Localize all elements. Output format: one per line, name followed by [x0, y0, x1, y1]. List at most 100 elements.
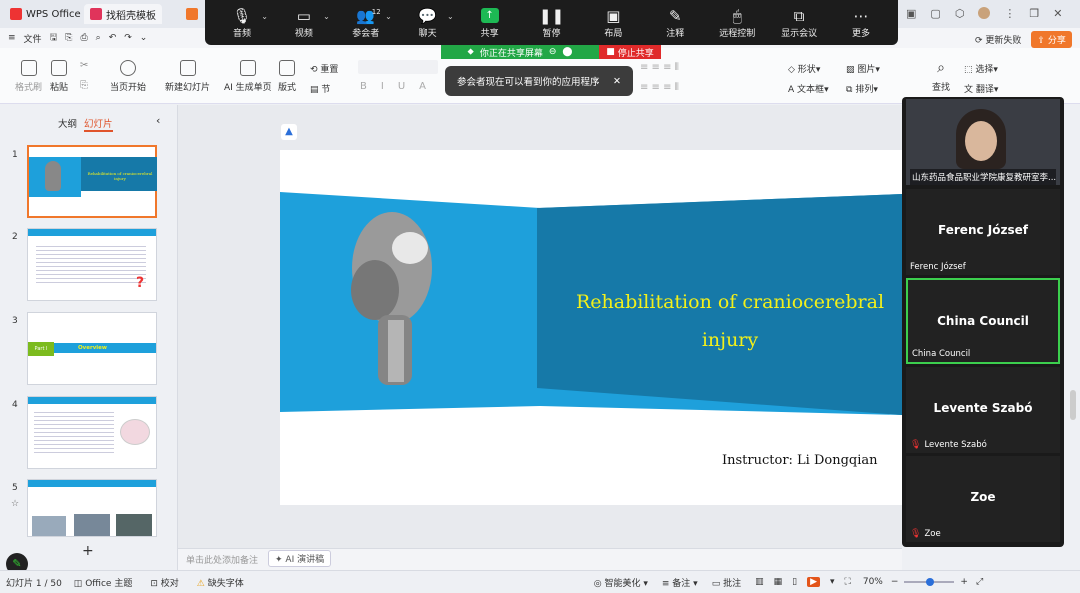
- participant-tile[interactable]: Levente Szabó 🎙 Levente Szabó: [906, 367, 1060, 453]
- shape-button[interactable]: ◇ 形状▾: [788, 62, 820, 75]
- save-icon[interactable]: 🖫: [50, 30, 58, 46]
- close-icon[interactable]: ✕: [1053, 7, 1062, 20]
- slide-thumbnail-1[interactable]: Rehabilitation of craniocerebral injury: [27, 145, 157, 218]
- zoom-out-icon[interactable]: −: [891, 577, 899, 587]
- ai-generate-button[interactable]: AI 生成单页: [224, 60, 272, 93]
- audio-button[interactable]: 🎙 ⌄ 音频: [214, 6, 270, 39]
- select-button[interactable]: ⬚ 选择▾: [964, 62, 998, 75]
- share-button[interactable]: ⇪ 分享: [1031, 31, 1072, 48]
- scrollbar[interactable]: [1070, 390, 1076, 420]
- fullscreen-icon[interactable]: ⤢: [976, 577, 983, 587]
- annotate-button[interactable]: ✎ 注释: [647, 6, 703, 39]
- cut-icon[interactable]: ✂: [80, 60, 88, 71]
- chat-button[interactable]: 💬 ⌄ 聊天: [400, 6, 456, 39]
- redo-icon[interactable]: ↷: [124, 33, 132, 43]
- proof-button[interactable]: ⊡ 校对: [150, 576, 178, 589]
- sharing-indicator[interactable]: ⬥ 你正在共享屏幕 ⊖ ⬤: [441, 45, 599, 59]
- slide-canvas[interactable]: Rehabilitation of craniocerebral injury …: [280, 150, 902, 505]
- tab-slides[interactable]: 幻灯片: [84, 116, 113, 132]
- textbox-button[interactable]: A 文本框▾: [788, 82, 829, 95]
- participant-tile[interactable]: Ferenc József Ferenc József: [906, 189, 1060, 275]
- layout-button[interactable]: ▣ 布局: [585, 6, 641, 39]
- slide-title[interactable]: Rehabilitation of craniocerebral injury: [570, 283, 890, 359]
- restore-icon[interactable]: ❐: [1029, 7, 1039, 20]
- notes-toggle[interactable]: ≡ 备注 ▾: [662, 576, 698, 589]
- ai-notes-button[interactable]: ✦ AI 演讲稿: [268, 550, 332, 567]
- remote-control-button[interactable]: 🖱 远程控制: [709, 6, 765, 39]
- slide-thumbnail-4[interactable]: [27, 396, 157, 469]
- normal-view-icon[interactable]: ▥: [755, 577, 764, 587]
- video-button[interactable]: ▭ ⌄ 视频: [276, 6, 332, 39]
- copy-icon[interactable]: ⎘: [80, 80, 88, 91]
- paste-button[interactable]: 粘贴: [50, 60, 68, 93]
- participants-button[interactable]: 👥 12 ⌄ 参会者: [338, 6, 394, 39]
- reading-view-icon[interactable]: ▯: [792, 577, 797, 587]
- fit-icon[interactable]: ⛶: [845, 577, 851, 587]
- notes-placeholder[interactable]: 单击此处添加备注: [186, 553, 258, 566]
- print-icon[interactable]: ⎙: [80, 33, 87, 43]
- add-slide-icon[interactable]: +: [82, 543, 94, 559]
- export-icon[interactable]: ⎘: [65, 33, 72, 43]
- tab-wps-office[interactable]: WPS Office: [4, 4, 87, 24]
- preview-icon[interactable]: ⌕: [96, 33, 101, 43]
- stop-share-button[interactable]: ■ 停止共享: [599, 45, 661, 59]
- paragraph-icons[interactable]: ≡ ≡ ≡ ⫴: [640, 82, 679, 93]
- minimize-icon[interactable]: ⊖: [549, 47, 557, 57]
- collapse-panel-icon[interactable]: ‹: [156, 114, 160, 127]
- chevron-down-icon[interactable]: ▾: [830, 577, 835, 587]
- image-button[interactable]: ▨ 图片▾: [846, 62, 880, 75]
- theme-button[interactable]: ◫ Office 主题: [74, 576, 133, 589]
- participant-tile[interactable]: Zoe 🎙 Zoe: [906, 456, 1060, 542]
- undo-icon[interactable]: ↶: [109, 33, 117, 43]
- new-slide-button[interactable]: 新建幻灯片: [165, 60, 210, 93]
- strike-icon[interactable]: A: [419, 81, 426, 92]
- beautify-button[interactable]: ◎ 智能美化 ▾: [594, 576, 648, 589]
- show-meeting-button[interactable]: ⧉ 显示会议: [771, 6, 827, 39]
- menu-file[interactable]: 文件: [24, 32, 42, 45]
- update-status[interactable]: ⟳ 更新失败: [975, 33, 1021, 46]
- zoom-in-icon[interactable]: +: [960, 577, 968, 587]
- window-icon[interactable]: ▢: [930, 7, 940, 20]
- menu-dots-icon[interactable]: ⋮: [1004, 7, 1015, 20]
- pause-share-button[interactable]: ❚❚ 暂停: [523, 6, 579, 39]
- chevron-down-icon[interactable]: ⌄: [447, 12, 454, 21]
- zoom-slider[interactable]: [904, 578, 955, 586]
- missing-font-button[interactable]: ⚠ 缺失字体: [197, 576, 244, 589]
- close-icon[interactable]: ✕: [613, 76, 621, 87]
- slideshow-icon[interactable]: ▶: [807, 577, 821, 587]
- grid-view-icon[interactable]: ▦: [774, 577, 783, 587]
- slide-instructor[interactable]: Instructor: Li Dongqian: [722, 453, 878, 468]
- arrange-button[interactable]: ⧉ 排列▾: [846, 82, 878, 95]
- reset-button[interactable]: ⟲ 重置: [310, 62, 338, 75]
- bold-icon[interactable]: B: [360, 81, 367, 92]
- slide-thumbnail-5[interactable]: [27, 479, 157, 537]
- chevron-down-icon[interactable]: ⌄: [140, 33, 148, 43]
- translate-button[interactable]: 文 翻译▾: [964, 82, 998, 95]
- chevron-down-icon[interactable]: ⌄: [323, 12, 330, 21]
- format-painter-button[interactable]: 格式刷: [15, 60, 42, 93]
- find-button[interactable]: ⌕ 查找: [932, 60, 950, 93]
- avatar[interactable]: [978, 7, 991, 19]
- underline-icon[interactable]: U: [398, 81, 405, 92]
- slide-thumbnail-2[interactable]: ?: [27, 228, 157, 301]
- tab-outline[interactable]: 大纲: [58, 116, 77, 130]
- chevron-down-icon[interactable]: ⌄: [385, 12, 392, 21]
- hamburger-icon[interactable]: ≡: [8, 33, 16, 43]
- align-icons[interactable]: ≡ ≡ ≡ ⫴: [640, 62, 679, 73]
- italic-icon[interactable]: I: [381, 81, 384, 92]
- tab-template[interactable]: 找稻壳模板: [84, 4, 162, 24]
- slide-thumbnail-3[interactable]: Part I Overview: [27, 312, 157, 385]
- zoom-slider-handle[interactable]: [926, 578, 935, 586]
- comment-button[interactable]: ▭ 批注: [712, 576, 741, 589]
- share-screen-button[interactable]: ↑ 共享: [462, 6, 518, 39]
- layout-button[interactable]: 版式: [278, 60, 296, 93]
- star-icon[interactable]: ☆: [11, 499, 19, 509]
- more-button[interactable]: ⋯ 更多: [833, 6, 889, 39]
- section-button[interactable]: ▤ 节: [310, 82, 330, 95]
- participant-tile-self[interactable]: 山东药品食品职业学院康复教研室李...: [906, 99, 1060, 185]
- zoom-level[interactable]: 70%: [863, 577, 883, 587]
- photo-icon[interactable]: ▣: [906, 7, 916, 20]
- cube-icon[interactable]: ⬡: [955, 7, 965, 20]
- tab-presentation[interactable]: [180, 4, 204, 24]
- chevron-down-icon[interactable]: ⌄: [261, 12, 268, 21]
